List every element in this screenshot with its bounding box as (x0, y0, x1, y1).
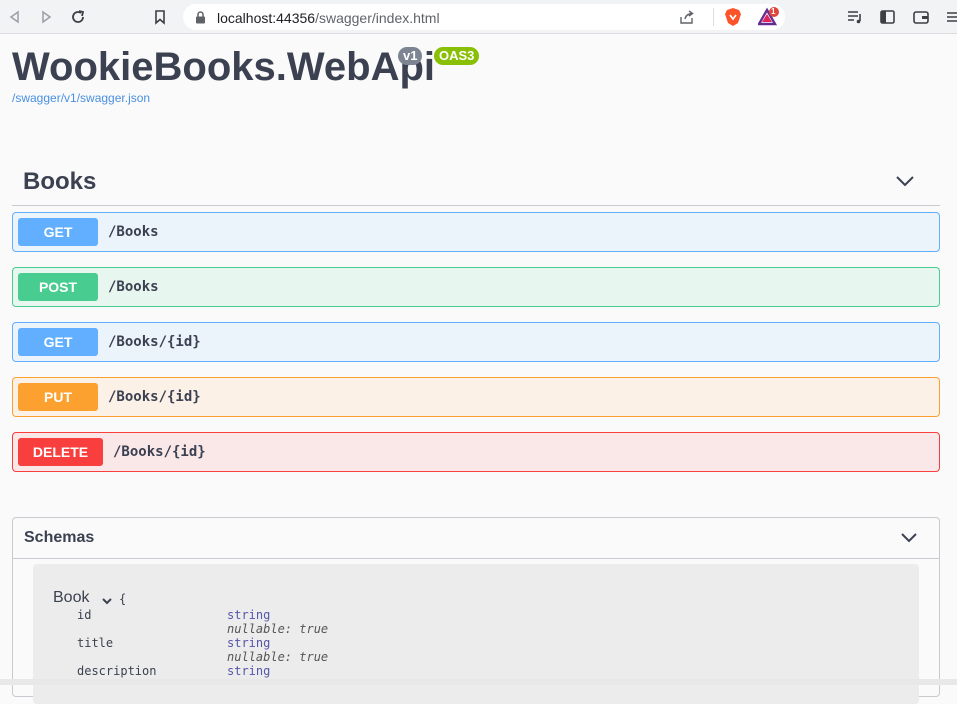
brave-rewards-icon[interactable]: 1 (756, 7, 780, 32)
operation-post-books[interactable]: POST /Books (12, 267, 940, 307)
operation-path: /Books/{id} (108, 334, 201, 350)
url-text: localhost:44356/swagger/index.html (217, 10, 440, 26)
forward-icon[interactable] (36, 7, 56, 27)
property-name: id (77, 608, 92, 622)
schemas-title: Schemas (24, 529, 95, 546)
wallet-icon[interactable] (911, 7, 931, 27)
method-badge: DELETE (18, 438, 103, 466)
schemas-section: Schemas Book { id string nullable: true … (12, 517, 940, 704)
operation-path: /Books (108, 224, 159, 240)
spec-json-link[interactable]: /swagger/v1/swagger.json (12, 91, 150, 105)
method-badge: GET (18, 328, 98, 356)
operation-get-book-by-id[interactable]: GET /Books/{id} (12, 322, 940, 362)
url-host: localhost:44356 (217, 10, 316, 26)
chevron-down-icon[interactable] (894, 170, 916, 192)
playlist-icon[interactable] (845, 7, 865, 27)
operation-put-book[interactable]: PUT /Books/{id} (12, 377, 940, 417)
property-type: string (227, 608, 271, 622)
books-tag-header[interactable]: Books (12, 160, 940, 206)
chevron-down-icon[interactable] (899, 528, 919, 548)
property-type: string (227, 636, 271, 650)
url-path: /swagger/index.html (315, 10, 440, 26)
schemas-header[interactable]: Schemas (13, 518, 939, 559)
page-title: WookieBooks.WebApi (12, 45, 436, 89)
operation-delete-book[interactable]: DELETE /Books/{id} (12, 432, 940, 472)
brave-shield-icon[interactable] (724, 7, 742, 32)
lock-icon (195, 11, 206, 29)
method-badge: PUT (18, 383, 98, 411)
property-meta: nullable: true (227, 622, 329, 636)
method-badge: GET (18, 218, 98, 246)
version-badge: v1 (398, 47, 423, 65)
browser-toolbar: localhost:44356/swagger/index.html 1 (0, 0, 957, 34)
chevron-down-icon[interactable] (101, 594, 113, 606)
address-bar[interactable]: localhost:44356/swagger/index.html 1 (183, 4, 785, 30)
model-name[interactable]: Book (53, 589, 89, 607)
reload-icon[interactable] (68, 7, 88, 27)
horizontal-scrollbar[interactable] (0, 679, 957, 685)
menu-icon[interactable] (943, 7, 957, 27)
bookmark-icon[interactable] (150, 7, 170, 27)
property-type: string (227, 664, 271, 678)
model-open-brace: { (119, 592, 127, 606)
rewards-count: 1 (771, 7, 776, 16)
property-name: title (77, 636, 114, 650)
operation-path: /Books (108, 279, 159, 295)
address-divider (713, 8, 714, 26)
back-icon[interactable] (5, 7, 25, 27)
property-meta: nullable: true (227, 650, 329, 664)
method-badge: POST (18, 273, 98, 301)
operation-get-books[interactable]: GET /Books (12, 212, 940, 252)
sidebar-icon[interactable] (877, 7, 897, 27)
property-name: description (77, 664, 157, 678)
share-icon[interactable] (679, 9, 696, 30)
operation-path: /Books/{id} (108, 389, 201, 405)
operation-path: /Books/{id} (113, 444, 206, 460)
tag-title: Books (23, 168, 97, 195)
oas-badge: OAS3 (434, 47, 480, 65)
